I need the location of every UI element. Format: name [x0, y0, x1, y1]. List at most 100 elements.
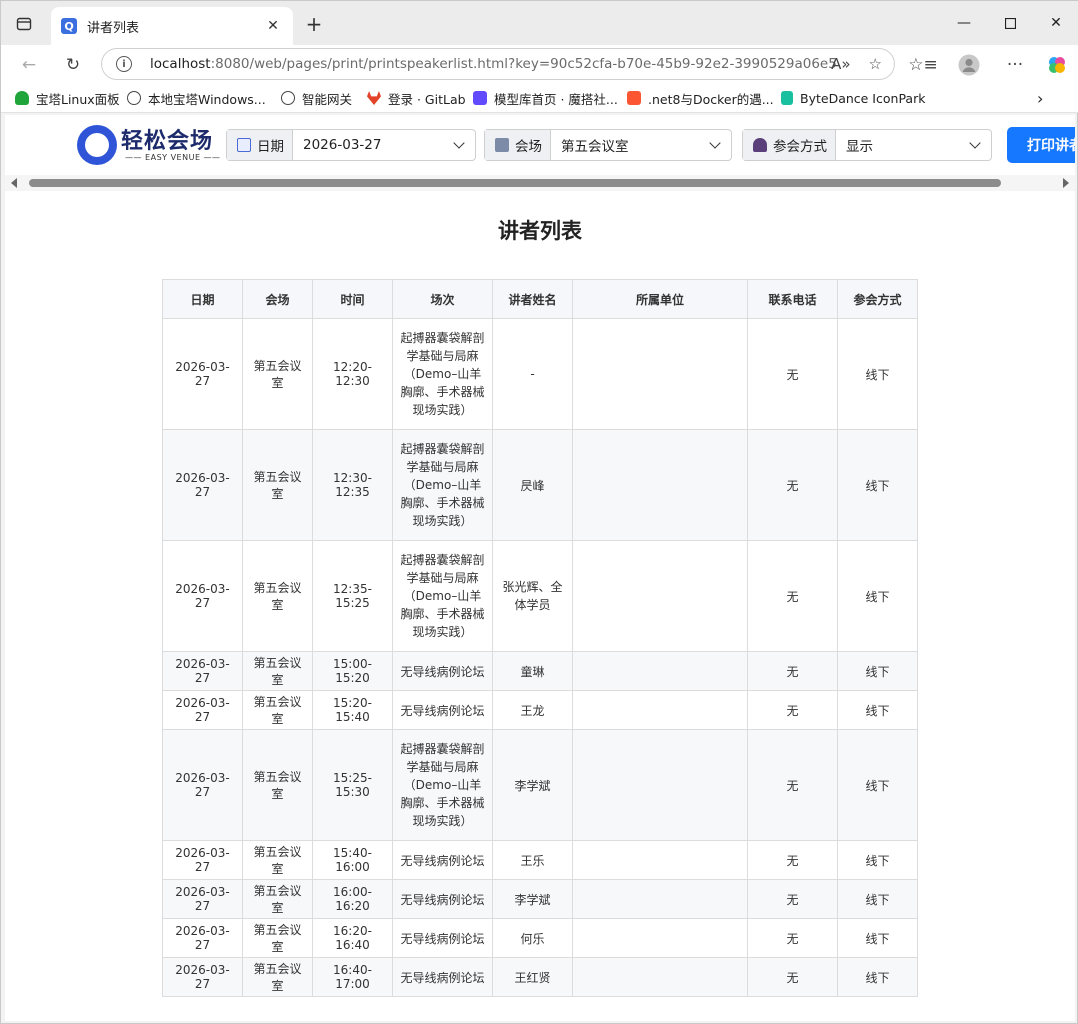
cell-phone: 无	[747, 651, 838, 691]
scroll-right-icon[interactable]	[1063, 178, 1069, 188]
cell-date: 2026-03-27	[162, 918, 243, 958]
close-window-icon[interactable]: ✕	[1033, 9, 1078, 37]
cell-venue: 第五会议室	[242, 879, 313, 919]
cell-phone: 无	[747, 540, 838, 652]
cell-unit	[572, 540, 748, 652]
table-row: 2026-03-27 第五会议室 16:20-16:40 无导线病例论坛 何乐 …	[162, 918, 918, 958]
cell-date: 2026-03-27	[162, 540, 243, 652]
cell-venue: 第五会议室	[242, 729, 313, 841]
cell-speaker: 童琳	[492, 651, 573, 691]
tab-actions-icon[interactable]	[9, 9, 39, 39]
chevron-down-icon	[709, 137, 721, 149]
favorites-icon[interactable]: ☆≡	[908, 51, 937, 79]
profile-avatar-icon[interactable]	[955, 51, 983, 79]
cell-venue: 第五会议室	[242, 429, 313, 541]
cell-unit	[572, 429, 748, 541]
cell-phone: 无	[747, 318, 838, 430]
tab-bar: Q 讲者列表 ✕ + — ✕	[1, 1, 1078, 45]
venue-filter[interactable]: 会场 第五会议室	[484, 129, 732, 161]
person-icon	[753, 138, 767, 152]
cell-mode: 线下	[837, 651, 918, 691]
mode-filter[interactable]: 参会方式 显示	[742, 129, 992, 161]
page-toolbar: 轻松会场 —— EASY VENUE —— 日期 2026-03-27 会场 第…	[5, 115, 1075, 191]
bookmark-gitlab[interactable]: 登录 · GitLab	[367, 89, 466, 107]
cell-venue: 第五会议室	[242, 651, 313, 691]
bookmark-csdn[interactable]: .net8与Docker的遇...	[627, 89, 774, 107]
bookmark-gateway[interactable]: 智能网关	[281, 89, 352, 107]
cell-date: 2026-03-27	[162, 429, 243, 541]
cell-session: 无导线病例论坛	[392, 651, 493, 691]
cell-phone: 无	[747, 918, 838, 958]
column-header-time: 时间	[312, 279, 393, 319]
favorite-star-icon[interactable]: ☆	[869, 55, 882, 73]
column-header-date: 日期	[162, 279, 243, 319]
read-aloud-icon[interactable]: A»	[831, 55, 850, 73]
address-bar[interactable]: i localhost:8080/web/pages/print/printsp…	[101, 48, 895, 80]
cell-date: 2026-03-27	[162, 729, 243, 841]
scroll-left-icon[interactable]	[11, 178, 17, 188]
cell-mode: 线下	[837, 918, 918, 958]
table-row: 2026-03-27 第五会议室 12:30-12:35 起搏器囊袋解剖学基础与…	[162, 429, 918, 541]
cell-unit	[572, 840, 748, 880]
table-row: 2026-03-27 第五会议室 15:40-16:00 无导线病例论坛 王乐 …	[162, 840, 918, 880]
copilot-icon[interactable]	[1043, 51, 1071, 79]
speaker-table: 日期 会场 时间 场次 讲者姓名 所属单位 联系电话 参会方式 2026-03-…	[162, 279, 918, 997]
back-icon[interactable]: ←	[15, 51, 43, 79]
cell-session: 无导线病例论坛	[392, 918, 493, 958]
modelscope-icon	[473, 91, 487, 105]
cell-unit	[572, 651, 748, 691]
cell-time: 12:30-12:35	[312, 429, 393, 541]
cell-phone: 无	[747, 729, 838, 841]
chevron-down-icon	[453, 137, 465, 149]
mode-select[interactable]: 显示	[836, 130, 991, 160]
cell-venue: 第五会议室	[242, 840, 313, 880]
site-info-icon[interactable]: i	[116, 56, 132, 72]
venue-select[interactable]: 第五会议室	[551, 130, 731, 160]
bookmark-iconpark[interactable]: ByteDance IconPark	[781, 89, 925, 107]
print-speakers-button[interactable]: 打印讲者	[1007, 127, 1075, 163]
cell-speaker: 昃峰	[492, 429, 573, 541]
close-tab-icon[interactable]: ✕	[263, 18, 283, 34]
cell-speaker: 王乐	[492, 840, 573, 880]
date-filter[interactable]: 日期 2026-03-27	[226, 129, 476, 161]
cell-mode: 线下	[837, 429, 918, 541]
cell-mode: 线下	[837, 879, 918, 919]
cell-unit	[572, 318, 748, 430]
cell-speaker: 王龙	[492, 690, 573, 730]
cell-session: 起搏器囊袋解剖学基础与局麻（Demo–山羊胸廓、手术器械现场实践）	[392, 429, 493, 541]
more-menu-icon[interactable]: ···	[1001, 51, 1029, 79]
logo-subtitle: —— EASY VENUE ——	[125, 153, 221, 162]
bookmark-modelscope[interactable]: 模型库首页 · 魔搭社...	[473, 89, 618, 107]
column-header-mode: 参会方式	[837, 279, 918, 319]
bookmark-baota-windows[interactable]: 本地宝塔Windows...	[127, 89, 266, 107]
cell-phone: 无	[747, 429, 838, 541]
maximize-icon[interactable]	[987, 9, 1033, 37]
cell-mode: 线下	[837, 840, 918, 880]
cell-time: 12:35-15:25	[312, 540, 393, 652]
cell-phone: 无	[747, 957, 838, 997]
date-select[interactable]: 2026-03-27	[293, 130, 475, 160]
building-icon	[495, 138, 509, 152]
column-header-venue: 会场	[242, 279, 313, 319]
page-title: 讲者列表	[498, 219, 582, 243]
cell-unit	[572, 729, 748, 841]
new-tab-icon[interactable]: +	[301, 13, 327, 37]
cell-session: 无导线病例论坛	[392, 879, 493, 919]
cell-time: 16:20-16:40	[312, 918, 393, 958]
favicon-icon: Q	[61, 18, 77, 34]
table-header-row: 日期 会场 时间 场次 讲者姓名 所属单位 联系电话 参会方式	[162, 279, 918, 319]
shield-icon	[15, 91, 29, 105]
bookmark-baota-linux[interactable]: 宝塔Linux面板	[15, 89, 120, 107]
bookmarks-overflow-chevron-icon[interactable]: ›	[1037, 89, 1043, 108]
tab-active[interactable]: Q 讲者列表 ✕	[51, 7, 293, 45]
cell-time: 16:40-17:00	[312, 957, 393, 997]
gitlab-icon	[367, 91, 381, 105]
url-text: localhost:8080/web/pages/print/printspea…	[150, 56, 837, 72]
cell-session: 无导线病例论坛	[392, 957, 493, 997]
reload-icon[interactable]: ↻	[59, 51, 87, 79]
cell-mode: 线下	[837, 690, 918, 730]
cell-mode: 线下	[837, 318, 918, 430]
horizontal-scrollbar[interactable]	[5, 175, 1075, 191]
minimize-icon[interactable]: —	[941, 9, 987, 37]
scrollbar-thumb[interactable]	[29, 179, 1001, 187]
